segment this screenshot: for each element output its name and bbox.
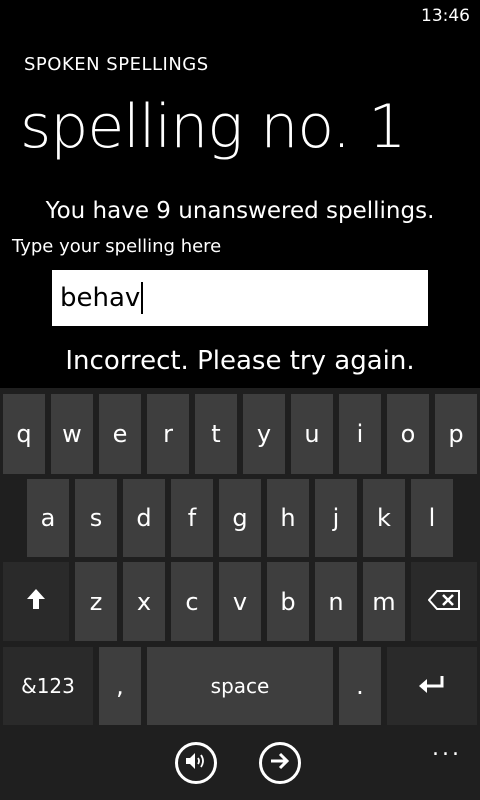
key-w[interactable]: w <box>51 394 93 474</box>
period-key[interactable]: . <box>339 647 381 725</box>
backspace-key[interactable] <box>411 562 477 641</box>
unanswered-info: You have 9 unanswered spellings. <box>45 198 435 224</box>
key-u[interactable]: u <box>291 394 333 474</box>
key-d[interactable]: d <box>123 479 165 557</box>
key-y[interactable]: y <box>243 394 285 474</box>
text-caret <box>141 282 144 314</box>
key-t[interactable]: t <box>195 394 237 474</box>
shift-arrow-icon <box>26 588 46 616</box>
key-x[interactable]: x <box>123 562 165 641</box>
key-f[interactable]: f <box>171 479 213 557</box>
key-s[interactable]: s <box>75 479 117 557</box>
key-j[interactable]: j <box>315 479 357 557</box>
speak-button[interactable] <box>175 742 217 784</box>
app-title: SPOKEN SPELLINGS <box>24 54 209 75</box>
key-v[interactable]: v <box>219 562 261 641</box>
next-arrow-icon <box>269 751 291 775</box>
spelling-input[interactable]: behav <box>52 270 428 326</box>
key-o[interactable]: o <box>387 394 429 474</box>
key-h[interactable]: h <box>267 479 309 557</box>
on-screen-keyboard: q w e r t y u i o p a s d f g h j k l z … <box>0 388 480 728</box>
enter-key[interactable] <box>387 647 477 725</box>
input-hint: Type your spelling here <box>12 236 222 257</box>
key-q[interactable]: q <box>3 394 45 474</box>
key-m[interactable]: m <box>363 562 405 641</box>
key-c[interactable]: c <box>171 562 213 641</box>
key-i[interactable]: i <box>339 394 381 474</box>
feedback-message: Incorrect. Please try again. <box>65 346 415 376</box>
more-options-button[interactable]: ... <box>432 736 462 761</box>
key-r[interactable]: r <box>147 394 189 474</box>
page-title: spelling no. 1 <box>20 92 406 162</box>
key-b[interactable]: b <box>267 562 309 641</box>
shift-key[interactable] <box>3 562 69 641</box>
spelling-input-value: behav <box>60 283 141 313</box>
key-a[interactable]: a <box>27 479 69 557</box>
key-k[interactable]: k <box>363 479 405 557</box>
key-p[interactable]: p <box>435 394 477 474</box>
comma-key[interactable]: , <box>99 647 141 725</box>
key-z[interactable]: z <box>75 562 117 641</box>
enter-icon <box>418 672 446 700</box>
status-time: 13:46 <box>421 6 470 26</box>
symbols-key[interactable]: &123 <box>3 647 93 725</box>
space-key[interactable]: space <box>147 647 333 725</box>
key-e[interactable]: e <box>99 394 141 474</box>
next-button[interactable] <box>259 742 301 784</box>
backspace-icon <box>427 588 460 616</box>
speaker-icon <box>184 751 208 775</box>
key-g[interactable]: g <box>219 479 261 557</box>
app-bar: ... <box>0 728 480 800</box>
key-n[interactable]: n <box>315 562 357 641</box>
key-l[interactable]: l <box>411 479 453 557</box>
